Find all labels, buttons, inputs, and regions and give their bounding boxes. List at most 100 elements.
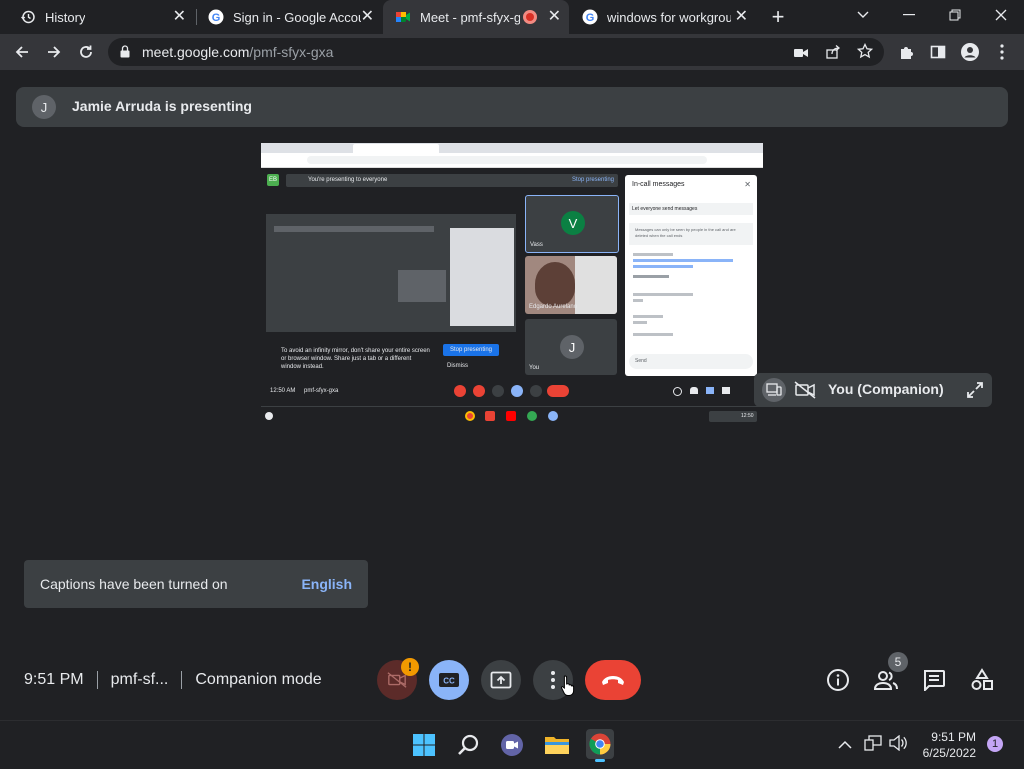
volume-icon[interactable]	[889, 734, 907, 756]
mini-panel-close-icon: ✕	[744, 180, 751, 189]
mini-tile-name: Vass	[530, 242, 543, 248]
people-icon[interactable]: 5	[872, 652, 908, 694]
tab-title: Sign in - Google Accou	[233, 9, 361, 25]
companion-label: You (Companion)	[828, 381, 944, 397]
mini-presenting-notice: You're presenting to everyone	[308, 177, 388, 183]
mini-mirror-warning: To avoid an infinity mirror, don't share…	[281, 348, 430, 370]
mini-avatar: EB	[267, 174, 279, 186]
svg-text:CC: CC	[443, 677, 455, 686]
mini-tile-avatar: V	[561, 211, 585, 235]
mini-tile-name: You	[529, 365, 540, 371]
mini-code: pmf-sfyx-gxa	[304, 388, 339, 394]
show-hidden-icons[interactable]	[838, 737, 852, 755]
mini-end-call-button	[547, 385, 569, 397]
presenting-text: Jamie Arruda is presenting	[72, 98, 252, 114]
shared-screen: EB You're presenting to everyone Stop pr…	[261, 143, 763, 426]
share-icon[interactable]	[825, 44, 841, 65]
tab-meet[interactable]: Meet - pmf-sfyx-g ✕	[383, 0, 569, 34]
back-icon[interactable]	[10, 40, 34, 64]
bookmark-star-icon[interactable]	[856, 42, 874, 64]
file-explorer-icon[interactable]	[543, 731, 571, 759]
close-tab-icon[interactable]: ✕	[548, 9, 561, 25]
meeting-code[interactable]: pmf-sf...	[111, 671, 169, 689]
mini-tile-name: Edgardo Aurelano	[529, 304, 578, 310]
extensions-icon[interactable]	[894, 40, 918, 64]
mini-tile-avatar: J	[560, 335, 584, 359]
tab-strip: History ✕ G Sign in - Google Accou ✕ Mee…	[0, 0, 1024, 34]
side-panel-icon[interactable]	[926, 40, 950, 64]
history-icon	[20, 9, 36, 25]
network-icon[interactable]	[864, 735, 882, 756]
tab-title: History	[45, 9, 86, 25]
presenting-banner: J Jamie Arruda is presenting	[16, 87, 1008, 127]
menu-more-icon[interactable]	[990, 40, 1014, 64]
expand-icon[interactable]	[966, 381, 984, 404]
teams-chat-icon[interactable]	[498, 731, 526, 759]
captions-button[interactable]: CC	[429, 660, 469, 700]
tab-search-icon[interactable]	[840, 0, 886, 30]
mini-dismiss: Dismiss	[447, 363, 468, 369]
close-tab-icon[interactable]: ✕	[361, 9, 374, 25]
captions-message: Captions have been turned on	[40, 576, 228, 592]
tab-history[interactable]: History ✕	[8, 0, 194, 34]
mini-toolbar	[261, 153, 763, 168]
camera-in-use-icon[interactable]	[794, 46, 808, 64]
meeting-details: 9:51 PM pmf-sf... Companion mode	[24, 670, 322, 690]
mini-mic-button	[454, 385, 466, 397]
divider	[96, 671, 98, 689]
chat-icon[interactable]	[920, 666, 948, 694]
google-icon: G	[582, 9, 598, 25]
windows-taskbar: 9:51 PM 6/25/2022 1	[0, 720, 1024, 769]
companion-device-icon	[762, 378, 786, 402]
leave-call-button[interactable]	[585, 660, 641, 700]
present-now-button[interactable]	[481, 660, 521, 700]
meeting-details-icon[interactable]	[824, 666, 852, 694]
tab-title: windows for workgroup	[607, 9, 731, 25]
mini-presenting-bar: You're presenting to everyone Stop prese…	[286, 174, 618, 187]
camera-alert-badge: !	[401, 658, 419, 676]
lock-icon[interactable]	[120, 45, 130, 63]
captions-language-button[interactable]: English	[301, 576, 352, 592]
tab-google-sign-in[interactable]: G Sign in - Google Accou ✕	[196, 0, 382, 34]
camera-toggle-button[interactable]: !	[377, 658, 419, 700]
restore-icon[interactable]	[932, 0, 978, 30]
divider	[181, 671, 183, 689]
chrome-icon[interactable]	[586, 729, 614, 762]
participant-count-badge: 5	[888, 652, 908, 672]
address-bar[interactable]: meet.google.com/pmf-sfyx-gxa	[108, 38, 884, 66]
mini-clock: 12:50	[741, 413, 754, 419]
mini-mirror-preview	[266, 214, 516, 332]
new-tab-icon[interactable]: +	[764, 3, 792, 31]
close-tab-icon[interactable]: ✕	[735, 9, 748, 25]
svg-text:G: G	[212, 12, 221, 24]
browser-toolbar: meet.google.com/pmf-sfyx-gxa	[0, 34, 1024, 70]
start-icon[interactable]	[410, 731, 438, 759]
minimize-icon[interactable]	[886, 0, 932, 30]
presenter-avatar: J	[32, 95, 56, 119]
profile-icon[interactable]	[958, 40, 982, 64]
mini-stop-presenting-button: Stop presenting	[443, 344, 499, 356]
forward-icon[interactable]	[42, 40, 66, 64]
mini-panel-input: Send	[635, 358, 647, 364]
activities-icon[interactable]	[968, 666, 996, 694]
mouse-cursor-icon	[560, 674, 576, 701]
tab-title: Meet - pmf-sfyx-g	[420, 9, 520, 25]
search-icon[interactable]	[455, 731, 483, 759]
meeting-time: 9:51 PM	[24, 671, 84, 688]
taskbar-clock[interactable]: 9:51 PM 6/25/2022	[923, 729, 976, 761]
mini-more-button	[530, 385, 542, 397]
meet-icon	[395, 9, 411, 25]
mini-right-icons	[673, 387, 733, 396]
mini-taskbar: 12:50	[261, 406, 763, 426]
mini-cc-button	[492, 385, 504, 397]
close-window-icon[interactable]	[978, 0, 1024, 30]
camera-off-icon	[794, 381, 816, 404]
url-text: meet.google.com/pmf-sfyx-gxa	[142, 44, 333, 60]
companion-tile[interactable]: You (Companion)	[754, 373, 992, 407]
tab-windows-for-workgroups[interactable]: G windows for workgroup ✕	[570, 0, 756, 34]
meeting-mode: Companion mode	[195, 671, 322, 688]
notification-badge[interactable]: 1	[987, 736, 1003, 752]
reload-icon[interactable]	[74, 40, 98, 64]
close-tab-icon[interactable]: ✕	[173, 9, 186, 25]
mini-tile-edgardo: Edgardo Aurelano	[525, 256, 617, 314]
